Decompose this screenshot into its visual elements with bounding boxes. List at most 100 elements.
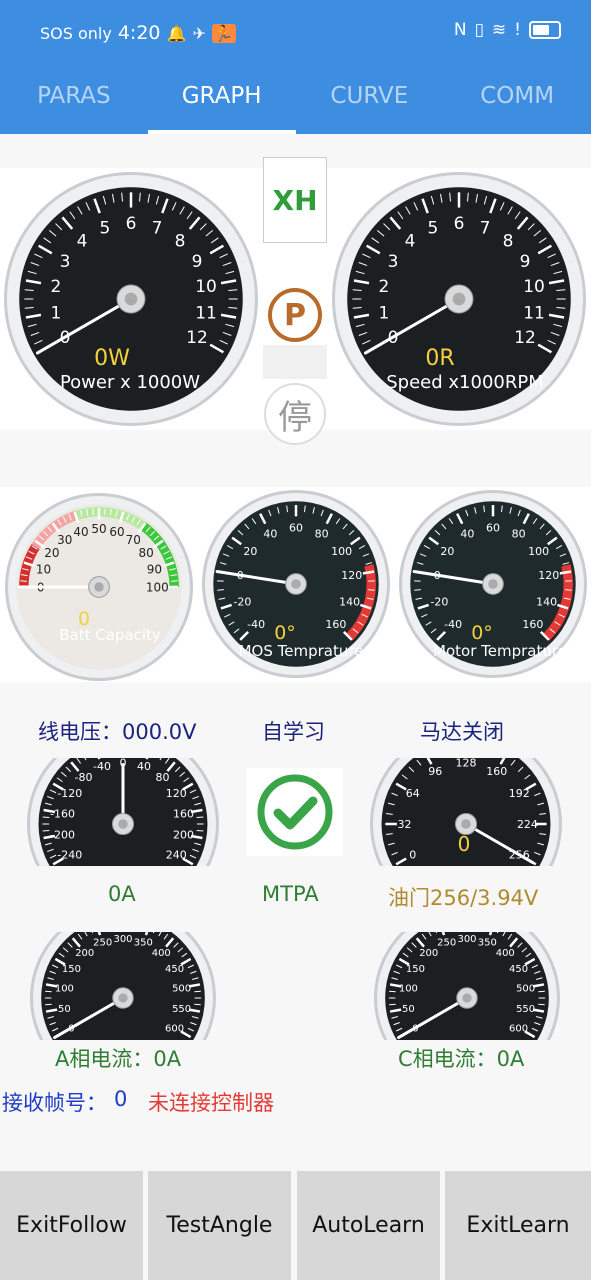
phaseA-tick-label: 350 [134, 938, 153, 949]
current-tick-label: 200 [173, 829, 194, 842]
frame-value: 0 [114, 1087, 128, 1111]
tab-paras[interactable]: PARAS [0, 58, 148, 134]
phaseC-tick-label: 400 [496, 948, 515, 959]
mos-tick-label: 140 [339, 595, 360, 608]
motor-tick-label: 60 [486, 522, 500, 535]
phaseC-tick-label: 150 [406, 964, 425, 975]
power-tick-label: 3 [60, 252, 71, 272]
park-letter: P [284, 297, 306, 333]
batt-tick-label: 10 [36, 562, 51, 576]
test-angle-button[interactable]: TestAngle [148, 1171, 293, 1280]
bell-icon: 🔔 [166, 23, 187, 43]
phaseC-tick-label: 100 [399, 983, 418, 994]
throttle-tick-label: 160 [486, 765, 507, 778]
phase-c-gauge: 050100150200250300350400450500550600 [374, 932, 560, 1040]
stop-char: 停 [278, 397, 312, 438]
phaseA-tick-label: 600 [165, 1023, 184, 1034]
status-right: N ▯ ≋ ! [454, 20, 561, 40]
park-icon: P [268, 288, 322, 342]
current-tick-label: -200 [50, 829, 75, 842]
brand-logo: XH [272, 183, 318, 217]
mos-label: MOS Temprature [238, 642, 364, 660]
self-learn: 自学习 [262, 720, 325, 744]
batt-tick-label: 40 [73, 525, 88, 539]
auto-learn-button[interactable]: AutoLearn [297, 1171, 442, 1280]
tab-bar: PARAS GRAPH CURVE COMM [0, 58, 591, 134]
throttle-tick-label: 0 [409, 849, 416, 862]
power-tick-label: 9 [192, 252, 203, 272]
batt-tick-label: 20 [44, 546, 59, 560]
speed-tick-label: 5 [428, 219, 439, 239]
phaseA-tick-label: 300 [113, 934, 132, 945]
mos-value: 0° [274, 622, 296, 644]
mos-tick-label: 60 [289, 522, 303, 535]
mtpa-check-box [247, 768, 343, 856]
current-tick-label: 120 [166, 787, 187, 800]
phaseC-tick-label: 350 [478, 938, 497, 949]
stop-icon: 停 [264, 383, 326, 445]
mos-tick-label: 20 [243, 545, 257, 558]
battery-gauge: 0102030405060708090100 [5, 493, 193, 681]
sos-text: SOS only [40, 23, 112, 43]
phaseA-tick-label: 500 [172, 983, 191, 994]
mos-tick-label: 160 [325, 618, 346, 631]
tab-curve[interactable]: CURVE [296, 58, 444, 134]
throttle-tick-label: 96 [428, 765, 442, 778]
batt-label: Batt Capacity [59, 626, 161, 644]
app-icon: ✈ [192, 23, 206, 43]
phase-c-text: C相电流：0A [398, 1047, 525, 1071]
power-tick-label: 7 [152, 219, 163, 239]
power-tick-label: 6 [126, 214, 137, 234]
frame-label: 接收帧号： [2, 1091, 107, 1115]
current-tick-label: -80 [75, 771, 93, 784]
current-tick-label: -240 [57, 849, 82, 862]
clock: 4:20 [117, 22, 161, 44]
current-tick-label: 160 [173, 807, 194, 820]
motor-tick-label: -40 [444, 618, 462, 631]
check-icon [257, 774, 333, 850]
mos-tick-label: 120 [341, 569, 362, 582]
batt-tick-label: 60 [109, 525, 124, 539]
phaseA-tick-label: 150 [62, 964, 81, 975]
batt-tick-label: 100 [146, 580, 169, 594]
line-voltage: 线电压：000.0V [38, 720, 197, 744]
mos-tick-label: -40 [247, 618, 265, 631]
throttle-value: 0 [457, 832, 471, 856]
power-value: 0W [94, 346, 130, 371]
motor-tick-label: 80 [512, 528, 526, 541]
phaseC-tick-label: 200 [419, 948, 438, 959]
alert-icon: ! [514, 20, 521, 40]
throttle-tick-label: 32 [398, 818, 412, 831]
exit-learn-button[interactable]: ExitLearn [445, 1171, 591, 1280]
throttle-tick-label: 64 [406, 787, 420, 800]
tab-comm[interactable]: COMM [443, 58, 591, 134]
motor-tick-label: 40 [460, 528, 474, 541]
brand-box: XH [263, 157, 327, 243]
motor-tick-label: 20 [440, 545, 454, 558]
batt-tick-label: 90 [147, 562, 162, 576]
status-left: SOS only 4:20 🔔 ✈ 🏃 [40, 22, 236, 44]
mode-text: MTPA [262, 882, 319, 906]
power-tick-label: 1 [51, 303, 62, 323]
throttle-tick-label: 224 [517, 818, 538, 831]
phase-a-gauge: 050100150200250300350400450500550600 [30, 932, 216, 1040]
battery-icon [529, 21, 561, 39]
phaseC-tick-label: 300 [457, 934, 476, 945]
motor-tick-label: 100 [528, 545, 549, 558]
phaseC-tick-label: 500 [516, 983, 535, 994]
vibrate-icon: ▯ [474, 20, 484, 40]
speed-tick-label: 4 [405, 232, 416, 252]
batt-tick-label: 80 [139, 546, 154, 560]
phaseA-tick-label: 100 [55, 983, 74, 994]
status-bar: SOS only 4:20 🔔 ✈ 🏃 N ▯ ≋ ! [0, 0, 591, 58]
phaseA-tick-label: 400 [152, 948, 171, 959]
motor-state: 马达关闭 [420, 720, 504, 744]
exit-follow-button[interactable]: ExitFollow [0, 1171, 145, 1280]
running-icon: 🏃 [211, 23, 236, 43]
motor-tick-label: 120 [538, 569, 559, 582]
mos-tick-label: 40 [263, 528, 277, 541]
phaseA-tick-label: 550 [172, 1004, 191, 1015]
speed-label: Speed x1000RPM [386, 372, 544, 393]
current-tick-label: 240 [166, 849, 187, 862]
tab-graph[interactable]: GRAPH [147, 58, 296, 134]
